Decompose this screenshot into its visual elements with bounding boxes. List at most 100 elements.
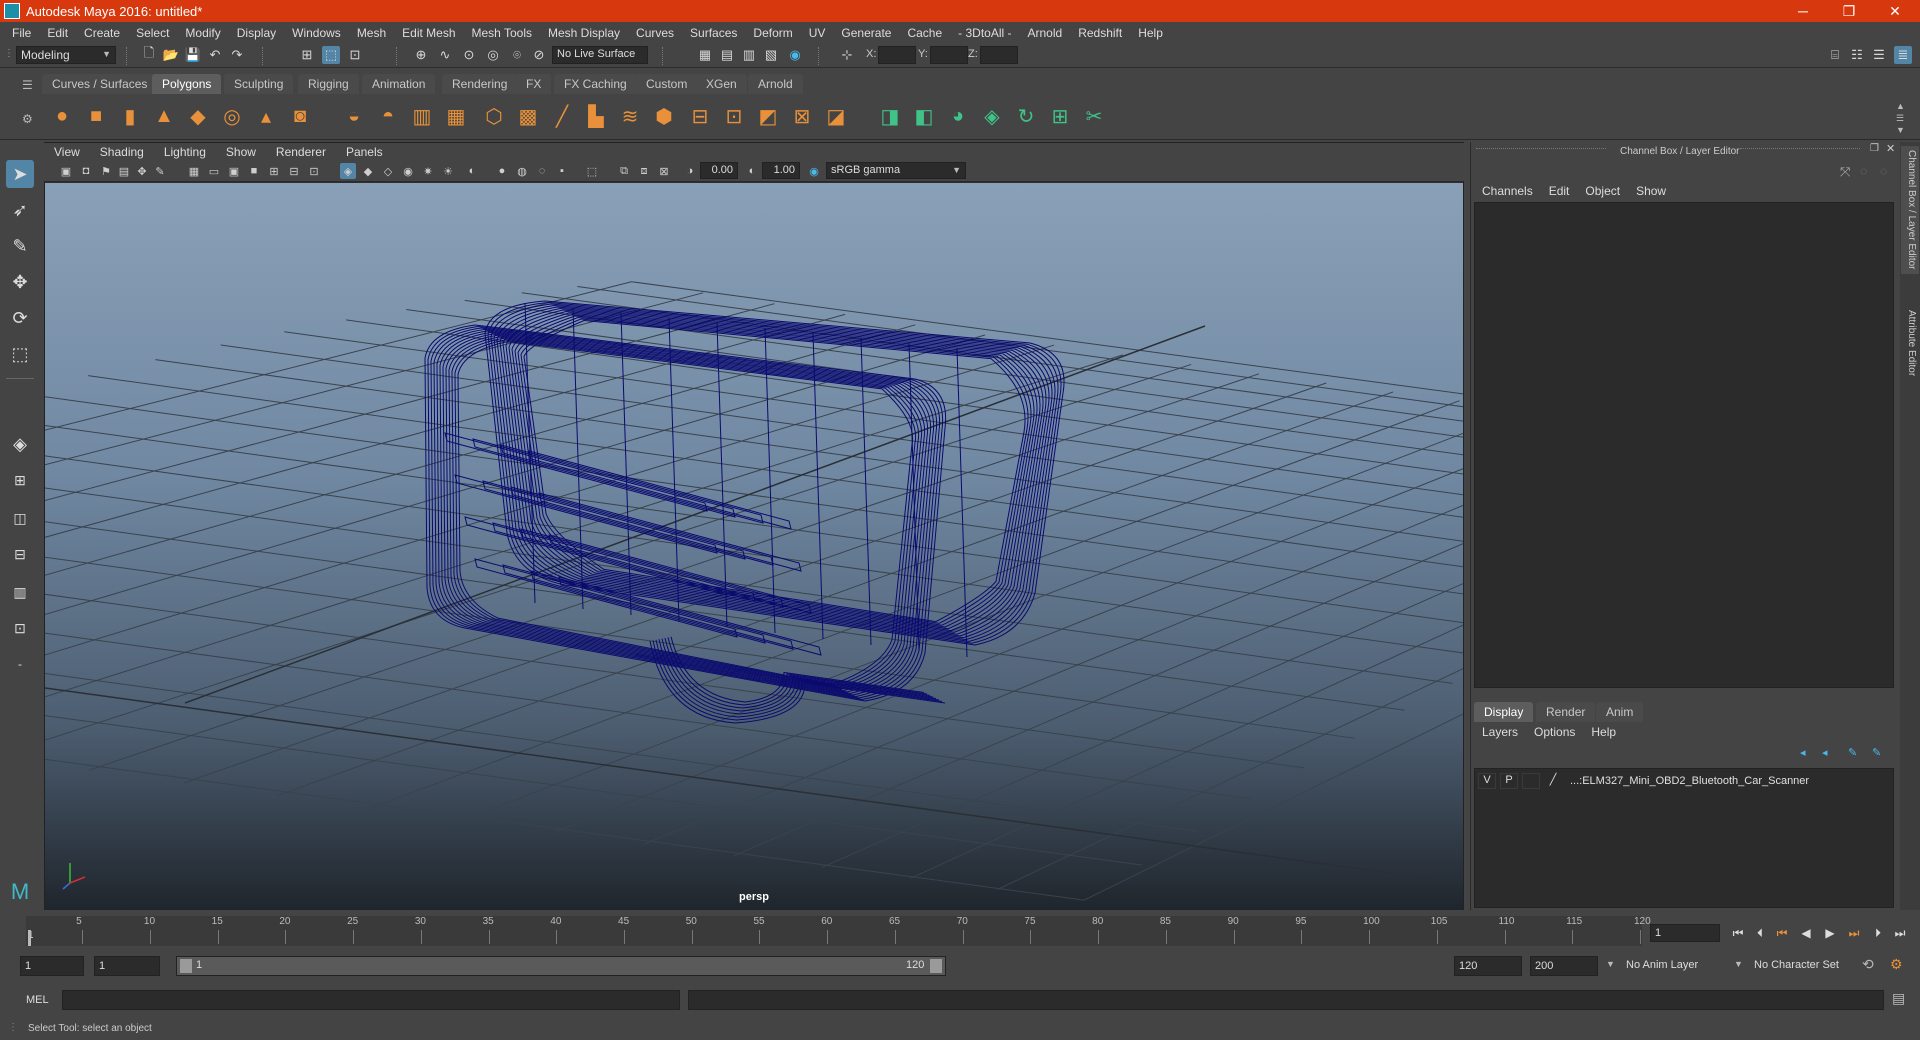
use-lights-icon[interactable]: ✷ [420,163,436,179]
shelf-tab-arnold[interactable]: Arnold [748,74,803,94]
edit-menu[interactable]: Edit [1541,184,1578,200]
object-menu[interactable]: Object [1577,184,1628,200]
viewport-menu-show[interactable]: Show [216,145,266,159]
save-scene-icon[interactable]: 💾 [184,46,202,64]
xray-joints-icon[interactable]: ⧉ [616,163,632,179]
safe-title-icon[interactable]: ⊡ [306,163,322,179]
motion-blur-icon[interactable]: ◍ [514,163,530,179]
single-perspective-layout-icon[interactable]: ◈ [6,430,34,458]
insert-edge-loop-icon[interactable]: ⊟ [686,102,714,130]
field-chart-icon[interactable]: ⊞ [266,163,282,179]
shelf-tab-fx[interactable]: FX [516,74,552,94]
ipr-render-icon[interactable]: ▥ [740,46,758,64]
playback-start-field[interactable]: 1 [94,956,160,976]
persp-outliner-layout-icon[interactable]: ◫ [6,504,34,532]
maximize-button[interactable]: ❐ [1826,0,1872,22]
side-tab-channel-box[interactable]: Channel Box / Layer Editor [1901,146,1919,274]
persp-uv-layout-icon[interactable]: ⊡ [6,614,34,642]
anim-layer-dropdown[interactable]: No Anim Layer [1622,956,1740,976]
move-layer-down-icon[interactable]: ◂ [1822,746,1828,759]
camera-attributes-icon[interactable]: ◘ [78,163,94,179]
bevel-icon[interactable]: ▙ [582,102,610,130]
bridge-icon[interactable]: ▩ [514,102,542,130]
shelf-tab-custom[interactable]: Custom [636,74,698,94]
x-field[interactable] [878,46,916,64]
wireframe-on-shaded-icon[interactable]: ◇ [380,163,396,179]
shelf-tab-rendering[interactable]: Rendering [442,74,518,94]
snap-live-icon[interactable]: ⌾ [508,46,526,64]
viewport-menu-view[interactable]: View [44,145,90,159]
snap-point-icon[interactable]: ⊙ [460,46,478,64]
multi-cut-icon[interactable]: ╱ [548,102,576,130]
menu-edit-mesh[interactable]: Edit Mesh [394,26,463,40]
layer-color-swatch-icon[interactable]: ╱ [1544,773,1562,789]
four-view-layout-icon[interactable]: ⊞ [6,466,34,494]
poly-pyramid-icon[interactable]: ▴ [252,102,280,130]
scene-start-field[interactable]: 1 [20,956,84,976]
shelf-tab-fx-caching[interactable]: FX Caching [554,74,637,94]
range-slider-track[interactable] [176,956,946,976]
minimize-button[interactable]: ─ [1780,0,1826,22]
step-forward-frame-icon[interactable]: ⏵ [1868,924,1888,942]
target-weld-icon[interactable]: ⊠ [788,102,816,130]
collapse-icon[interactable]: ◪ [822,102,850,130]
layers-menu[interactable]: Layers [1474,725,1526,743]
boolean-icon[interactable]: ▦ [442,102,470,130]
new-layer-icon[interactable]: ✎ [1848,746,1857,759]
image-plane-icon[interactable]: ▤ [116,163,132,179]
uv-editor-icon[interactable]: ⊞ [1046,102,1074,130]
script-editor-icon[interactable]: ▤ [1892,990,1905,1007]
select-camera-icon[interactable]: ▣ [58,163,74,179]
offset-edge-loop-icon[interactable]: ⊡ [720,102,748,130]
attribute-editor-icon[interactable]: ☷ [1848,46,1866,64]
extrude-icon[interactable]: ⬡ [480,102,508,130]
transform-mode-icon[interactable]: ⊹ [838,46,856,64]
options-menu[interactable]: Options [1526,725,1583,743]
fill-hole-icon[interactable]: ⬢ [650,102,678,130]
viewport-menu-lighting[interactable]: Lighting [154,145,216,159]
open-scene-icon[interactable]: 📂 [162,46,180,64]
menu-file[interactable]: File [4,26,39,40]
float-panel-icon[interactable]: ❐ [1870,143,1879,154]
new-scene-icon[interactable]: 🗋 [140,45,158,64]
menu-generate[interactable]: Generate [833,26,899,40]
layer-visibility-toggle[interactable]: V [1478,773,1496,789]
move-tool-icon[interactable]: ✥ [6,268,34,296]
current-frame-field[interactable]: 1 [1650,924,1720,942]
close-panel-icon[interactable]: ✕ [1886,142,1895,155]
select-tool-icon[interactable]: ➤ [6,160,34,188]
planar-mapping-icon[interactable]: ◨ [876,102,904,130]
render-view-icon[interactable]: ▦ [696,46,714,64]
shelf-tab-animation[interactable]: Animation [362,74,436,94]
menu-mesh[interactable]: Mesh [349,26,394,40]
play-backwards-icon[interactable]: ◀ [1796,924,1816,942]
color-management-icon[interactable]: ◉ [806,163,822,179]
append-icon[interactable]: ≋ [616,102,644,130]
bookmark-icon[interactable]: ⚑ [98,163,114,179]
select-object-icon[interactable]: ⬚ [322,46,340,64]
poly-pipe-icon[interactable]: ◙ [286,102,314,130]
menu-select[interactable]: Select [128,26,177,40]
smooth-icon[interactable]: ▥ [408,102,436,130]
anim-preferences-icon[interactable]: ⚙ [1890,956,1903,973]
step-back-key-icon[interactable]: ⏮ [1772,924,1792,942]
resolution-gate-icon[interactable]: ▣ [226,163,242,179]
hypershade-icon[interactable]: ◉ [786,46,804,64]
snap-curve-icon[interactable]: ∿ [436,46,454,64]
select-component-icon[interactable]: ⊡ [346,46,364,64]
exposure-icon[interactable]: ◑ [682,163,698,179]
viewport-menu-panels[interactable]: Panels [336,145,393,159]
move-layer-up-icon[interactable]: ◂ [1800,746,1806,759]
isolate-select-icon[interactable]: ⬚ [584,163,600,179]
shelf-menu-icon[interactable]: ☰ [22,78,33,92]
go-to-start-icon[interactable]: ⏮ [1728,924,1748,942]
spherical-mapping-icon[interactable]: ◕ [944,102,972,130]
render-settings-icon[interactable]: ▧ [762,46,780,64]
shelf-tab-sculpting[interactable]: Sculpting [224,74,294,94]
persp-graph-layout-icon[interactable]: ⊟ [6,540,34,568]
viewport-menu-renderer[interactable]: Renderer [266,145,336,159]
rotate-tool-icon[interactable]: ⟳ [6,304,34,332]
play-forwards-icon[interactable]: ▶ [1820,924,1840,942]
time-slider[interactable] [26,916,1642,946]
poly-sphere-icon[interactable]: ● [48,102,76,130]
